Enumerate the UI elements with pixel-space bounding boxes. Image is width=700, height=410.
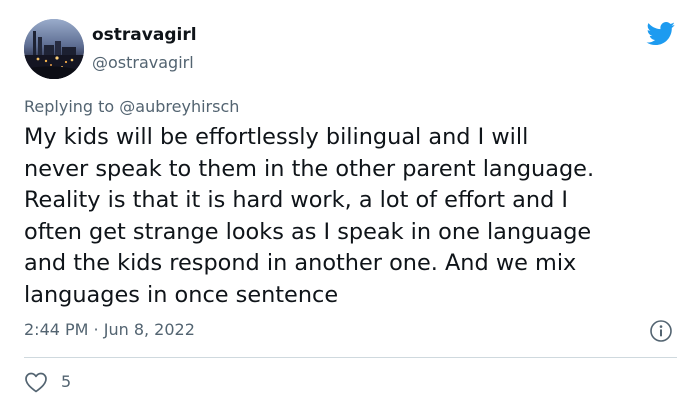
reply-context: Replying to @aubreyhirsch [24, 96, 239, 118]
display-name[interactable]: ostravagirl [92, 24, 197, 46]
divider [24, 357, 677, 358]
tweet-text: My kids will be effortlessly bilingual a… [24, 124, 595, 308]
avatar[interactable] [24, 19, 84, 79]
tweet-timestamp[interactable]: 2:44 PM · Jun 8, 2022 [24, 319, 195, 341]
info-icon[interactable] [649, 319, 673, 343]
like-count: 5 [61, 372, 72, 391]
like-button[interactable]: 5 [24, 370, 71, 394]
avatar-photo [24, 19, 84, 79]
reply-mention-link[interactable]: @aubreyhirsch [119, 97, 239, 116]
twitter-bird-icon[interactable] [646, 22, 676, 46]
heart-outline-icon [25, 372, 47, 393]
reply-prefix: Replying to [24, 97, 115, 116]
user-handle[interactable]: @ostravagirl [92, 52, 194, 74]
